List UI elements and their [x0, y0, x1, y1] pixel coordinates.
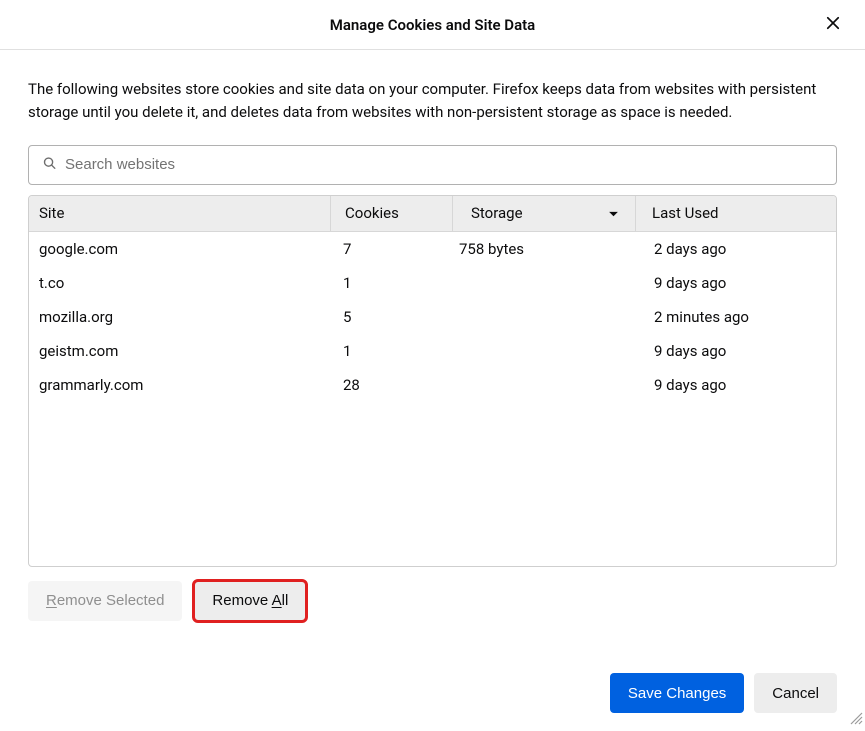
description-text: The following websites store cookies and… — [28, 78, 837, 125]
cell-cookies: 7 — [331, 240, 453, 258]
column-header-site[interactable]: Site — [29, 196, 331, 231]
column-header-storage[interactable]: Storage — [453, 196, 636, 231]
cell-cookies: 5 — [331, 308, 453, 326]
column-header-last-used[interactable]: Last Used — [636, 196, 836, 231]
cell-last-used: 2 days ago — [636, 240, 836, 258]
sites-table: Site Cookies Storage Last Used google.co… — [28, 195, 837, 567]
cell-site: t.co — [29, 274, 331, 292]
cell-cookies: 1 — [331, 274, 453, 292]
button-accel: R — [46, 592, 57, 609]
column-header-cookies[interactable]: Cookies — [331, 196, 453, 231]
button-label: Remove — [212, 592, 271, 609]
button-label: ll — [282, 592, 289, 609]
remove-all-button[interactable]: Remove All — [194, 581, 306, 621]
table-row[interactable]: google.com7758 bytes2 days ago — [29, 232, 836, 266]
table-row[interactable]: geistm.com1 9 days ago — [29, 334, 836, 368]
cell-last-used: 2 minutes ago — [636, 308, 836, 326]
table-header-row: Site Cookies Storage Last Used — [29, 196, 836, 232]
cell-storage: 758 bytes — [453, 240, 636, 258]
button-label: emove Selected — [57, 592, 165, 609]
cell-cookies: 28 — [331, 376, 453, 394]
cancel-button[interactable]: Cancel — [754, 673, 837, 713]
column-label: Last Used — [652, 204, 719, 222]
cell-site: geistm.com — [29, 342, 331, 360]
table-row[interactable]: t.co1 9 days ago — [29, 266, 836, 300]
button-accel: A — [272, 592, 282, 609]
column-label: Site — [39, 204, 64, 222]
cell-last-used: 9 days ago — [636, 274, 836, 292]
close-button[interactable] — [819, 11, 847, 39]
cell-site: mozilla.org — [29, 308, 331, 326]
cell-last-used: 9 days ago — [636, 376, 836, 394]
cell-site: grammarly.com — [29, 376, 331, 394]
column-label: Cookies — [345, 204, 399, 222]
cell-cookies: 1 — [331, 342, 453, 360]
table-body: google.com7758 bytes2 days agot.co19 day… — [29, 232, 836, 566]
sort-caret-down-icon — [608, 204, 619, 222]
save-changes-button[interactable]: Save Changes — [610, 673, 744, 713]
cell-site: google.com — [29, 240, 331, 258]
remove-selected-button: Remove Selected — [28, 581, 182, 621]
close-icon — [824, 14, 842, 35]
dialog-header: Manage Cookies and Site Data — [0, 0, 865, 50]
dialog-title: Manage Cookies and Site Data — [330, 16, 535, 34]
table-row[interactable]: mozilla.org5 2 minutes ago — [29, 300, 836, 334]
cell-last-used: 9 days ago — [636, 342, 836, 360]
table-row[interactable]: grammarly.com28 9 days ago — [29, 368, 836, 402]
resize-grip-icon — [847, 709, 863, 729]
search-input[interactable] — [28, 145, 837, 185]
column-label: Storage — [471, 204, 523, 222]
